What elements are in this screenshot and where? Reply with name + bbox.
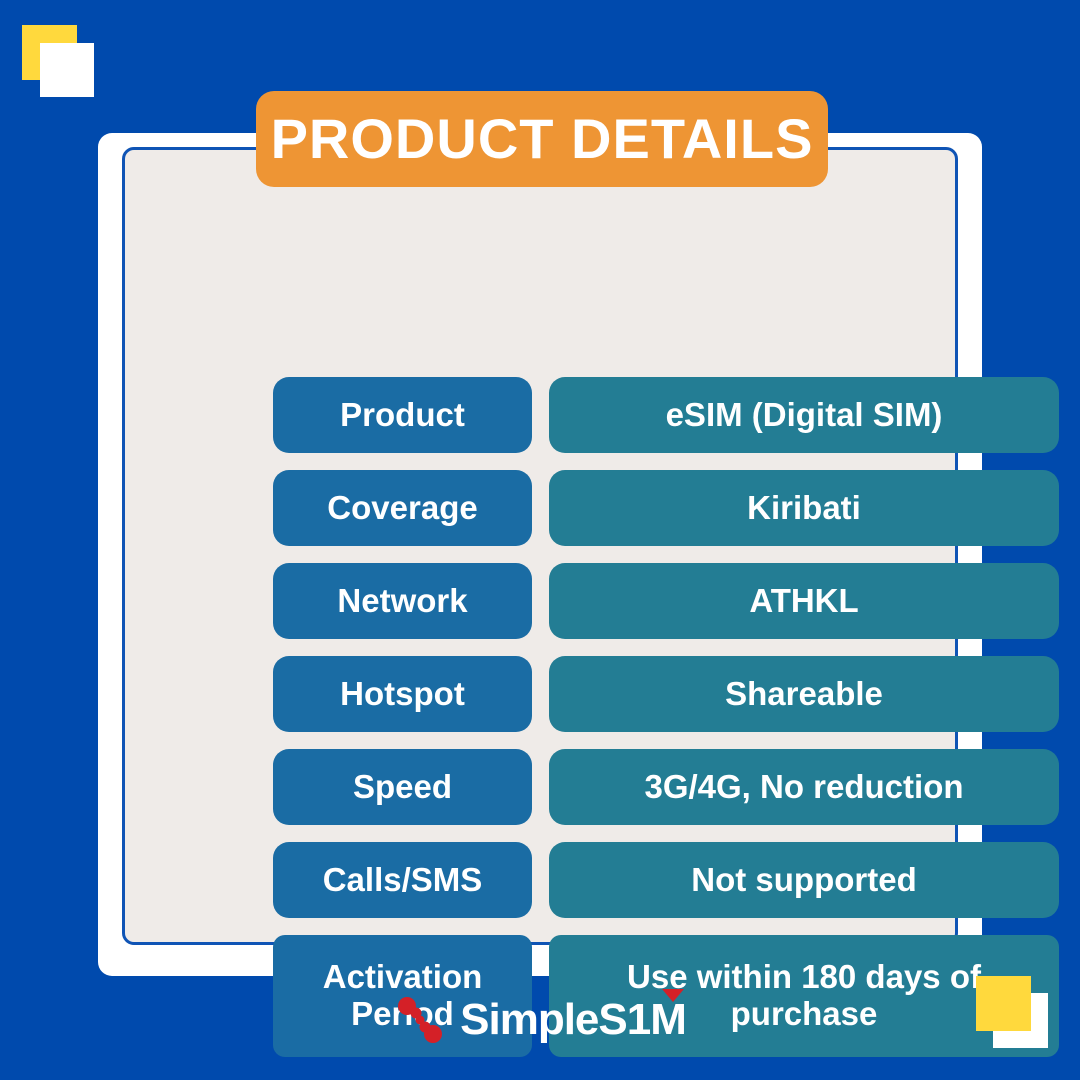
page-title: PRODUCT DETAILS	[270, 107, 814, 170]
spec-value-network: ATHKL	[549, 563, 1059, 639]
spec-label-product: Product	[273, 377, 532, 453]
spec-value-product: eSIM (Digital SIM)	[549, 377, 1059, 453]
triangle-accent-icon	[661, 989, 684, 1002]
spec-value-hotspot: Shareable	[549, 656, 1059, 732]
page-title-badge: PRODUCT DETAILS	[256, 91, 828, 187]
table-row: Coverage Kiribati	[273, 470, 1059, 546]
product-details-panel: Product eSIM (Digital SIM) Coverage Kiri…	[122, 147, 1059, 1057]
spec-label-network: Network	[273, 563, 532, 639]
spec-label-calls-sms: Calls/SMS	[273, 842, 532, 918]
spec-value-speed: 3G/4G, No reduction	[549, 749, 1059, 825]
brand-logo: SimpleS1M	[0, 989, 1080, 1050]
brand-name-text: SimpleS1M	[460, 995, 687, 1044]
table-row: Speed 3G/4G, No reduction	[273, 749, 1059, 825]
product-details-card: Product eSIM (Digital SIM) Coverage Kiri…	[98, 133, 1059, 1057]
brand-name: SimpleS1M	[460, 989, 687, 1044]
spec-label-hotspot: Hotspot	[273, 656, 532, 732]
table-row: Product eSIM (Digital SIM)	[273, 377, 1059, 453]
table-row: Network ATHKL	[273, 563, 1059, 639]
product-spec-list: Product eSIM (Digital SIM) Coverage Kiri…	[273, 377, 1059, 1057]
spec-value-coverage: Kiribati	[549, 470, 1059, 546]
table-row: Calls/SMS Not supported	[273, 842, 1059, 918]
yellow-square-decoration	[976, 976, 1031, 1031]
corner-decoration-top-left	[22, 25, 102, 105]
spec-label-speed: Speed	[273, 749, 532, 825]
corner-decoration-bottom-right	[976, 976, 1058, 1058]
white-square-decoration	[40, 43, 94, 97]
spec-value-calls-sms: Not supported	[549, 842, 1059, 918]
molecule-dots-icon	[394, 994, 446, 1046]
table-row: Hotspot Shareable	[273, 656, 1059, 732]
spec-label-coverage: Coverage	[273, 470, 532, 546]
